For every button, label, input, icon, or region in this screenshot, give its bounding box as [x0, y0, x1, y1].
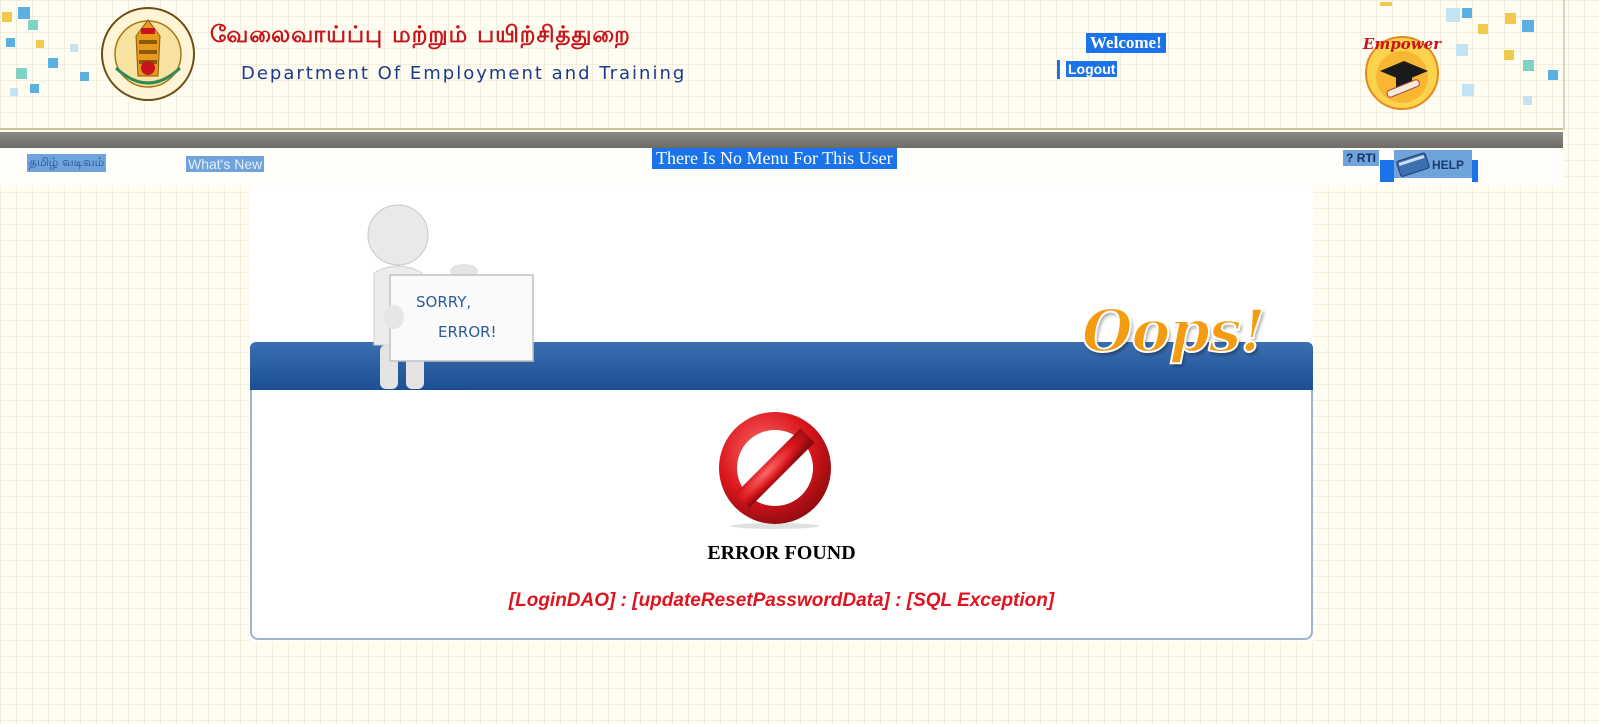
- decorative-square: [1478, 24, 1488, 34]
- question-mark-icon: ?: [1346, 151, 1354, 165]
- decorative-square: [1505, 13, 1516, 24]
- decorative-square: [80, 72, 89, 81]
- error-message: [LoginDAO] : [updateResetPasswordData] :…: [508, 590, 1055, 611]
- decorative-square: [30, 84, 39, 93]
- decorative-square: [1523, 60, 1534, 71]
- decorative-square: [1446, 8, 1460, 22]
- rti-label: RTI: [1356, 151, 1377, 165]
- logout-link[interactable]: Logout: [1066, 61, 1118, 77]
- decorative-square: [1504, 50, 1514, 60]
- empower-logo-icon: Empower: [1362, 35, 1442, 110]
- help-label: HELP: [1432, 158, 1464, 172]
- decorative-square: [48, 58, 58, 68]
- decorative-square: [1523, 96, 1532, 105]
- decorative-square: [16, 68, 27, 79]
- decorative-square: [1380, 2, 1392, 6]
- decorative-square: [1462, 8, 1472, 18]
- decorative-square: [2, 12, 12, 22]
- error-found-heading: ERROR FOUND: [707, 542, 856, 564]
- welcome-label: Welcome!: [1086, 33, 1166, 53]
- error-card: SORRY, ERROR! Oops! ERROR FOUND [LoginDA…: [250, 185, 1313, 641]
- decorative-square: [36, 40, 44, 48]
- decorative-square: [1522, 20, 1534, 32]
- department-title-tamil: வேலைவாய்ப்பு மற்றும் பயிற்சித்துறை: [210, 22, 631, 48]
- decorative-square: [28, 20, 38, 30]
- tamil-nadu-emblem-icon: [101, 7, 195, 101]
- sign-text-sorry: SORRY,: [416, 293, 471, 311]
- help-link[interactable]: HELP: [1380, 150, 1478, 182]
- department-title-english: Department Of Employment and Training: [241, 63, 687, 84]
- oops-heading: Oops!: [1081, 296, 1267, 366]
- page-header: வேலைவாய்ப்பு மற்றும் பயிற்சித்துறை Depar…: [0, 0, 1565, 130]
- decorative-square: [6, 38, 15, 47]
- header-bar: [0, 132, 1563, 148]
- sorry-figure-icon: SORRY, ERROR!: [367, 204, 534, 395]
- sign-text-error: ERROR!: [438, 323, 497, 341]
- help-book-icon: HELP: [1380, 150, 1478, 182]
- tamil-version-link[interactable]: தமிழ் வடிவம்: [27, 154, 107, 172]
- whats-new-link[interactable]: What's New: [186, 156, 265, 172]
- no-menu-message: There Is No Menu For This User: [652, 148, 897, 169]
- prohibited-icon: [719, 412, 831, 529]
- empower-logo-text: Empower: [1362, 35, 1442, 53]
- header-divider: [0, 128, 1563, 130]
- logout-marker: [1057, 60, 1060, 79]
- decorative-square: [1462, 84, 1474, 96]
- decorative-square: [18, 7, 30, 19]
- rti-link[interactable]: ? RTI: [1343, 150, 1380, 166]
- decorative-square: [70, 44, 78, 52]
- decorative-square: [10, 88, 18, 96]
- decorative-square: [1456, 44, 1468, 56]
- decorative-square: [1548, 70, 1558, 80]
